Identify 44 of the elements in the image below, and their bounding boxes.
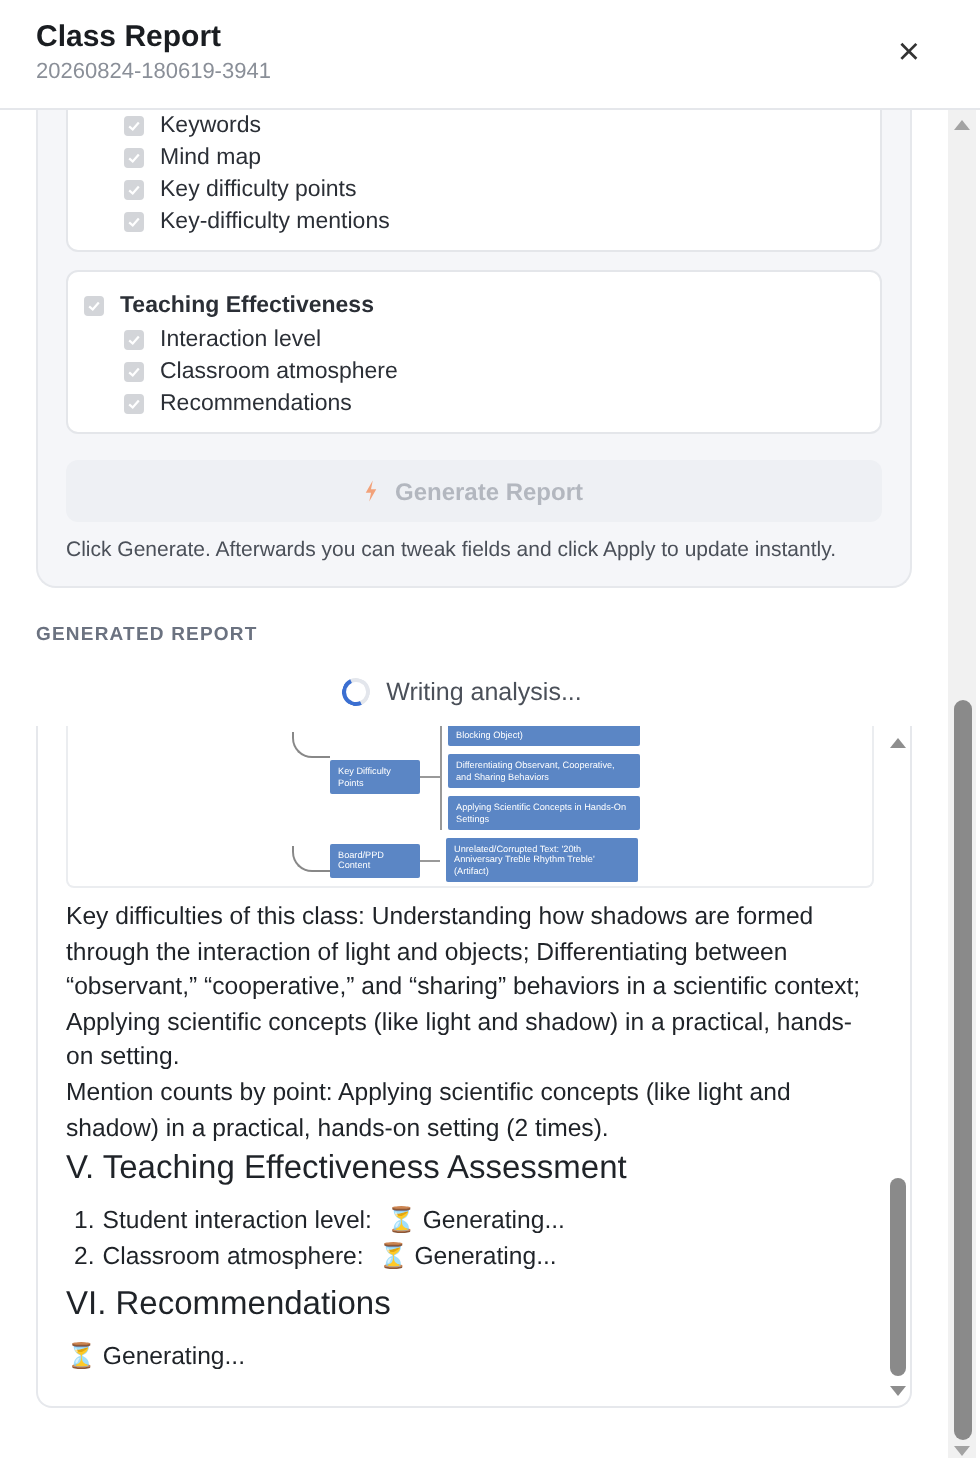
checkbox[interactable]: [124, 394, 144, 414]
modal-title: Class Report: [36, 20, 224, 54]
option-group-label: Teaching Effectiveness: [120, 293, 374, 317]
spinner-icon: [338, 674, 375, 710]
hint-text: Click Generate. Afterwards you can tweak fields and click Apply to update instantly.: [66, 538, 839, 562]
generating-status: ⏳ Generating...: [66, 1342, 248, 1371]
scrollbar[interactable]: [948, 110, 976, 1458]
section-heading: VI. Recommendations: [66, 1284, 393, 1327]
close-button[interactable]: ×: [893, 36, 924, 72]
report-paragraph: Mention counts by point: Applying scientific concepts (like light and shadow) in a practical, hands-on setting (2 times).: [66, 1075, 793, 1146]
report-paragraph: Key difficulties of this class: Understanding how shadows are formed through the interaction of light and objects; Differentiating between “observant,” “cooperative,” and “sharing” behaviors in a scientific context; Applying scientific concepts (like light and shadow) in a practical, hands-on setting.: [66, 900, 863, 1075]
scroll-down-arrow-icon[interactable]: [890, 1386, 906, 1396]
option-label: Recommendations: [160, 392, 352, 416]
section-label: GENERATED REPORT: [36, 624, 260, 646]
checkbox[interactable]: [84, 295, 104, 315]
list-label: Student interaction level:: [102, 1204, 372, 1239]
option-label: Keywords: [160, 114, 261, 138]
checkbox[interactable]: [124, 212, 144, 232]
list-number: 2.: [74, 1240, 95, 1275]
checkbox[interactable]: [124, 148, 144, 168]
connector-line: [420, 859, 440, 862]
scroll-up-arrow-icon[interactable]: [890, 738, 906, 748]
list-label: Classroom atmosphere:: [102, 1240, 364, 1275]
option-label: Interaction level: [160, 328, 322, 352]
scroll-down-arrow-icon[interactable]: [954, 1446, 970, 1456]
generating-status: ⏳ Generating...: [385, 1204, 565, 1239]
checkbox[interactable]: [124, 180, 144, 200]
lightning-icon: [364, 480, 379, 502]
checkbox[interactable]: [124, 330, 144, 350]
scrollbar-thumb[interactable]: [953, 700, 971, 1440]
option-label: Key-difficulty mentions: [160, 210, 390, 234]
status-text: Writing analysis...: [386, 678, 582, 706]
connector-line: [292, 732, 330, 758]
section-heading: V. Teaching Effectiveness Assessment: [66, 1148, 629, 1191]
report-id: 20260824-180619-3941: [36, 60, 271, 84]
checkbox[interactable]: [124, 362, 144, 382]
generating-status: ⏳ Generating...: [377, 1240, 557, 1275]
option-label: Mind map: [160, 146, 261, 170]
scroll-up-arrow-icon[interactable]: [954, 120, 970, 130]
checkbox[interactable]: [124, 116, 144, 136]
option-label: Key difficulty points: [160, 178, 357, 202]
option-label: Classroom atmosphere: [160, 360, 398, 384]
list-number: 1.: [74, 1204, 95, 1239]
scrollbar-thumb[interactable]: [890, 1178, 906, 1376]
